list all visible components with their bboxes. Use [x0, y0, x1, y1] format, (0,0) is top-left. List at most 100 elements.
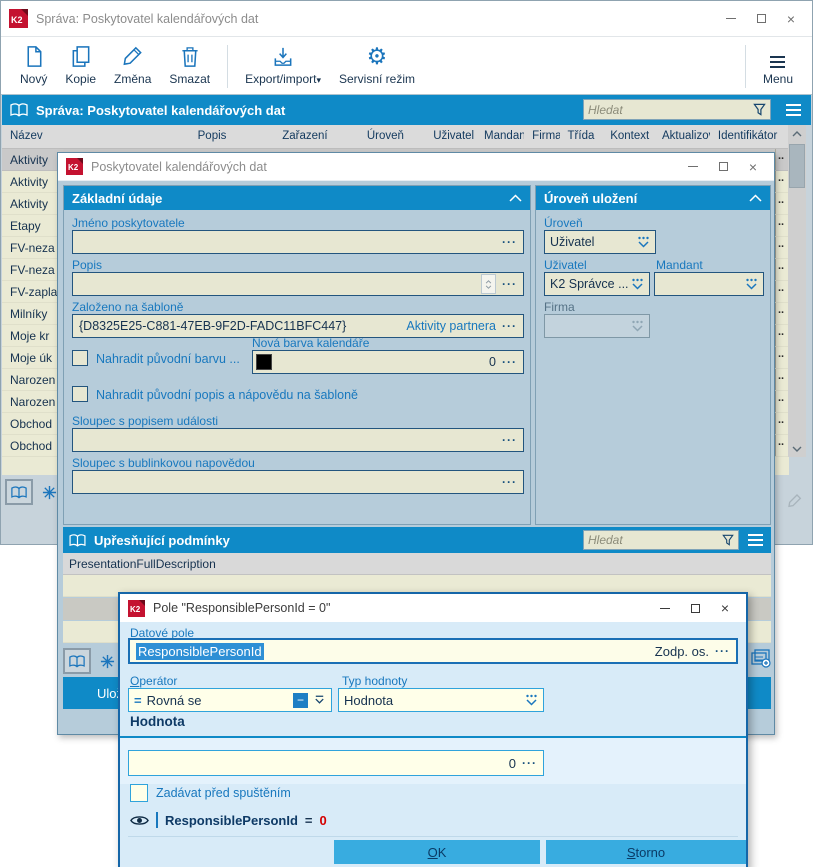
book-icon: [11, 485, 27, 499]
operator-combo[interactable]: = Rovná se −: [128, 688, 332, 712]
new-color-field[interactable]: 0 ···: [252, 350, 524, 374]
lookup-dots-icon[interactable]: ···: [502, 355, 517, 369]
description-field[interactable]: ···: [72, 272, 524, 296]
service-mode-button[interactable]: ⚙ Servisní režim: [330, 41, 424, 92]
toolbar: Nový Kopie Změna Smazat Export/import▾ ⚙…: [1, 37, 812, 95]
dropdown-sort-icon[interactable]: [313, 694, 326, 706]
mandant-combo[interactable]: [654, 272, 764, 296]
maximize-button[interactable]: [680, 597, 710, 619]
filter-icon[interactable]: [722, 534, 734, 546]
column-header[interactable]: Název: [2, 125, 190, 148]
scroll-thumb[interactable]: [789, 144, 805, 188]
minimize-button[interactable]: [716, 8, 746, 30]
book-icon: [10, 103, 28, 117]
filter-icon[interactable]: [753, 103, 766, 116]
conditions-search-input[interactable]: [588, 533, 722, 547]
column-header[interactable]: Třída: [560, 125, 603, 148]
tooltip-column-field[interactable]: ···: [72, 470, 524, 494]
provider-name-field[interactable]: ···: [72, 230, 524, 254]
collapse-icon[interactable]: [509, 194, 522, 202]
value-type-combo[interactable]: Hodnota: [338, 688, 544, 712]
browse-menu-icon[interactable]: [786, 104, 801, 116]
scroll-down-button[interactable]: [788, 440, 806, 457]
equals-icon: =: [134, 692, 142, 708]
lookup-dots-icon[interactable]: ···: [502, 277, 517, 291]
hamburger-icon: [770, 50, 786, 68]
lookup-dots-icon[interactable]: ···: [502, 235, 517, 249]
color-swatch: [256, 354, 272, 370]
value-type-value: Hodnota: [344, 692, 394, 708]
template-field[interactable]: {D8325E25-C881-47EB-9F2D-FADC11BFC447} A…: [72, 314, 524, 338]
svg-text:K2: K2: [68, 163, 79, 172]
column-header[interactable]: Mandant: [476, 125, 524, 148]
column-header[interactable]: Uživatel: [425, 125, 476, 148]
column-header[interactable]: Firma: [524, 125, 559, 148]
tab-browse[interactable]: [5, 479, 33, 505]
tab-browse[interactable]: [63, 648, 91, 674]
asterisk-icon: [100, 654, 114, 668]
lookup-dots-icon[interactable]: ···: [522, 756, 537, 770]
spinner-icon[interactable]: [481, 274, 496, 294]
maximize-button[interactable]: [708, 156, 738, 178]
ok-button[interactable]: OK: [334, 840, 540, 864]
column-header[interactable]: Popis: [190, 125, 275, 148]
minimize-button[interactable]: [678, 156, 708, 178]
tooltip-column-label: Sloupec s bublinkovou napovědou: [72, 456, 255, 470]
eye-icon[interactable]: [130, 814, 149, 827]
svg-text:K2: K2: [11, 15, 23, 25]
prompt-before-run-checkbox[interactable]: [130, 784, 148, 802]
data-field-input[interactable]: ResponsiblePersonId Zodp. os. ···: [128, 638, 738, 664]
column-header[interactable]: Aktualizováno: [654, 125, 710, 148]
k2-logo-icon: K2: [66, 158, 83, 175]
toolbar-separator: [227, 45, 229, 88]
minimize-icon: [660, 607, 670, 609]
export-import-button[interactable]: Export/import▾: [236, 41, 330, 92]
minimize-button[interactable]: [650, 597, 680, 619]
close-button[interactable]: ×: [776, 8, 806, 30]
column-header[interactable]: Zařazení: [274, 125, 359, 148]
chevron-up-icon: [792, 130, 802, 136]
new-color-label: Nová barva kalendáře: [252, 336, 370, 350]
copy-button[interactable]: Kopie: [56, 41, 105, 92]
level-combo[interactable]: Uživatel: [544, 230, 656, 254]
column-header[interactable]: Úroveň: [359, 125, 425, 148]
maximize-button[interactable]: [746, 8, 776, 30]
delete-button[interactable]: Smazat: [160, 41, 219, 92]
new-button[interactable]: Nový: [11, 41, 56, 92]
lookup-dots-icon[interactable]: ···: [502, 319, 517, 333]
dropdown-icon: [632, 320, 643, 332]
vertical-scrollbar[interactable]: [788, 125, 806, 457]
value-type-label: Typ hodnoty: [342, 674, 408, 688]
replace-description-checkbox[interactable]: [72, 386, 88, 402]
scroll-up-button[interactable]: [788, 125, 806, 142]
value-input[interactable]: 0 ···: [128, 750, 544, 776]
tab-special[interactable]: [93, 648, 121, 674]
dropdown-caret-icon: ▾: [316, 75, 321, 85]
condition-row[interactable]: PresentationFullDescription: [63, 553, 771, 575]
storage-panel-header: Úroveň uložení: [536, 186, 770, 210]
add-condition-button[interactable]: [751, 649, 771, 673]
preview-field-name: ResponsiblePersonId: [165, 812, 298, 828]
close-button[interactable]: ×: [710, 597, 740, 619]
search-input[interactable]: [588, 102, 753, 117]
prompt-before-run-label: Zadávat před spuštěním: [156, 786, 291, 800]
cancel-button[interactable]: Storno: [546, 840, 746, 864]
user-combo[interactable]: K2 Správce ...: [544, 272, 650, 296]
svg-text:K2: K2: [130, 605, 141, 614]
book-icon: [69, 654, 85, 668]
lookup-dots-icon[interactable]: ···: [715, 644, 730, 658]
operator-label: Operátor: [130, 674, 178, 688]
column-header[interactable]: Identifikátor: [710, 125, 789, 148]
lookup-dots-icon[interactable]: ···: [502, 475, 517, 489]
menu-button[interactable]: Menu: [754, 41, 802, 92]
template-label: Založeno na šabloně: [72, 300, 184, 314]
provider-titlebar: K2 Poskytovatel kalendářových dat ×: [58, 153, 774, 181]
collapse-icon[interactable]: [749, 194, 762, 202]
close-button[interactable]: ×: [738, 156, 768, 178]
column-header[interactable]: Kontext: [602, 125, 654, 148]
conditions-menu-icon[interactable]: [748, 534, 763, 546]
edit-button[interactable]: Změna: [105, 41, 160, 92]
event-description-field[interactable]: ···: [72, 428, 524, 452]
lookup-dots-icon[interactable]: ···: [502, 433, 517, 447]
replace-color-checkbox[interactable]: [72, 350, 88, 366]
